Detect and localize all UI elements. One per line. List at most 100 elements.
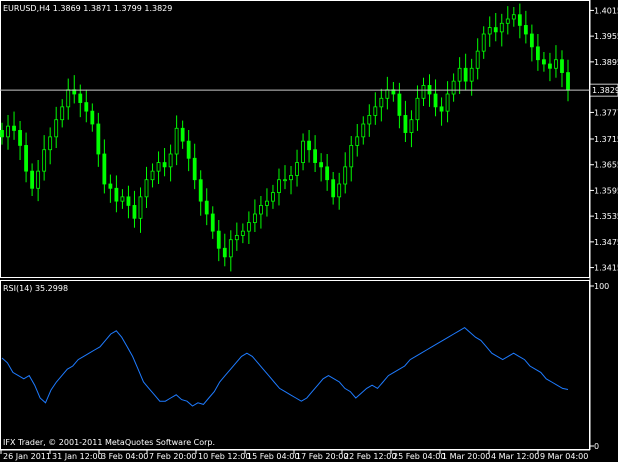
rsi-panel-frame: [0, 280, 590, 450]
candle-body: [126, 196, 131, 206]
candle-body: [343, 166, 348, 185]
time-tick-label: 25 Feb 04:00: [393, 452, 445, 461]
current-price-line: 1.3829: [0, 83, 618, 97]
candle-body: [108, 183, 113, 189]
candle-body: [234, 235, 239, 241]
candle-body: [361, 123, 366, 138]
candle-body: [265, 200, 269, 206]
candle-body: [319, 162, 324, 168]
candle-body: [228, 239, 233, 258]
candle-body: [60, 106, 65, 121]
candle-body: [475, 50, 480, 69]
price-tick-label: 1.3535: [594, 212, 618, 221]
candle-body: [379, 97, 384, 108]
price-tick-label: 1.3655: [594, 161, 618, 170]
candle-body: [481, 33, 486, 52]
candle-body: [457, 67, 462, 82]
rsi-line: [1, 326, 569, 407]
candle-body: [451, 80, 456, 95]
candle-body: [174, 127, 179, 155]
time-tick-label: 4 Mar 12:00: [491, 452, 539, 461]
rsi-tick-label: 100: [594, 282, 609, 291]
candle-body: [397, 93, 402, 116]
candle-body: [48, 136, 53, 151]
candle-body: [240, 230, 245, 236]
chart-header: EURUSD,H4 1.3869 1.3871 1.3799 1.3829: [3, 4, 172, 13]
candle-body: [355, 136, 360, 146]
price-tick-label: 1.3955: [594, 32, 618, 41]
candle-body: [18, 130, 22, 146]
price-tick-label: 1.3595: [594, 186, 618, 195]
candle-body: [349, 145, 354, 168]
candle-body: [535, 46, 540, 61]
candle-body: [289, 175, 293, 181]
rsi-label: RSI(14) 35.2998: [3, 284, 68, 293]
price-axis: 1.4015 1.3955 1.3895 1.3777 1.3715 1.3655 1.35…: [590, 6, 618, 273]
candle-body: [439, 106, 444, 112]
candle-series[interactable]: [0, 3, 570, 272]
candle-body: [331, 179, 336, 198]
candle-body: [12, 125, 16, 131]
candle-body: [259, 205, 263, 215]
candle-body: [78, 93, 83, 103]
candle-body: [499, 22, 504, 33]
time-tick-label: 1 Mar 20:00: [442, 452, 490, 461]
price-tick-label: 1.3715: [594, 135, 618, 144]
candle-body: [271, 192, 275, 202]
candle-body: [246, 222, 251, 232]
candle-body: [144, 179, 149, 198]
candle-body: [523, 25, 528, 35]
candle-body: [192, 157, 197, 181]
time-tick-label: 31 Jan 12:00: [52, 452, 103, 461]
candle-body: [445, 93, 450, 112]
candle-body: [24, 145, 28, 172]
candle-body: [30, 170, 35, 189]
copyright-text: IFX Trader, © 2001-2011 MetaQuotes Softw…: [3, 438, 215, 447]
candle-body: [511, 14, 516, 20]
candle-body: [204, 200, 209, 215]
candle-body: [566, 72, 570, 91]
candle-body: [168, 153, 173, 168]
candle-body: [373, 106, 378, 116]
candle-body: [6, 125, 10, 138]
candle-body: [529, 33, 534, 48]
candle-body: [548, 63, 552, 69]
time-tick-label: 10 Feb 12:00: [198, 452, 250, 461]
candle-body: [560, 59, 564, 73]
candle-body: [301, 140, 305, 163]
candle-body: [542, 59, 546, 65]
candle-body: [463, 67, 468, 82]
time-tick-label: 26 Jan 2011: [3, 452, 51, 461]
candle-body: [0, 130, 4, 138]
rsi-series[interactable]: [1, 326, 569, 407]
candle-body: [36, 170, 41, 189]
price-tick-label: 1.4015: [594, 6, 618, 15]
time-tick-label: 15 Feb 04:00: [247, 452, 299, 461]
candle-body: [102, 153, 107, 185]
candle-body: [120, 196, 125, 202]
candle-body: [162, 162, 167, 168]
time-tick-label: 7 Feb 20:00: [149, 452, 196, 461]
candle-body: [96, 123, 101, 155]
rsi-tick-label: 0: [594, 442, 599, 451]
candle-body: [307, 140, 311, 151]
candle-body: [210, 213, 215, 232]
candle-body: [114, 187, 119, 202]
candle-body: [554, 59, 558, 69]
candle-body: [337, 183, 342, 198]
candle-body: [222, 247, 227, 258]
candle-body: [216, 230, 221, 249]
candle-body: [54, 119, 59, 138]
candle-body: [421, 85, 426, 99]
price-tick-label: 1.3475: [594, 238, 618, 247]
candle-body: [487, 27, 492, 35]
price-panel-frame: [0, 0, 590, 278]
candle-body: [42, 149, 47, 172]
chart-window[interactable]: 1.3829 1.4015 1.3955 1.3895 1.3777 1.3715 1.3…: [0, 0, 618, 462]
time-axis: 26 Jan 2011 31 Jan 12:003 Feb 04:00 7 Feb …: [0, 450, 588, 461]
candle-body: [252, 213, 257, 223]
candle-body: [84, 102, 89, 112]
candle-body: [295, 162, 299, 176]
candle-body: [469, 67, 474, 82]
time-tick-label: 22 Feb 12:00: [344, 452, 396, 461]
